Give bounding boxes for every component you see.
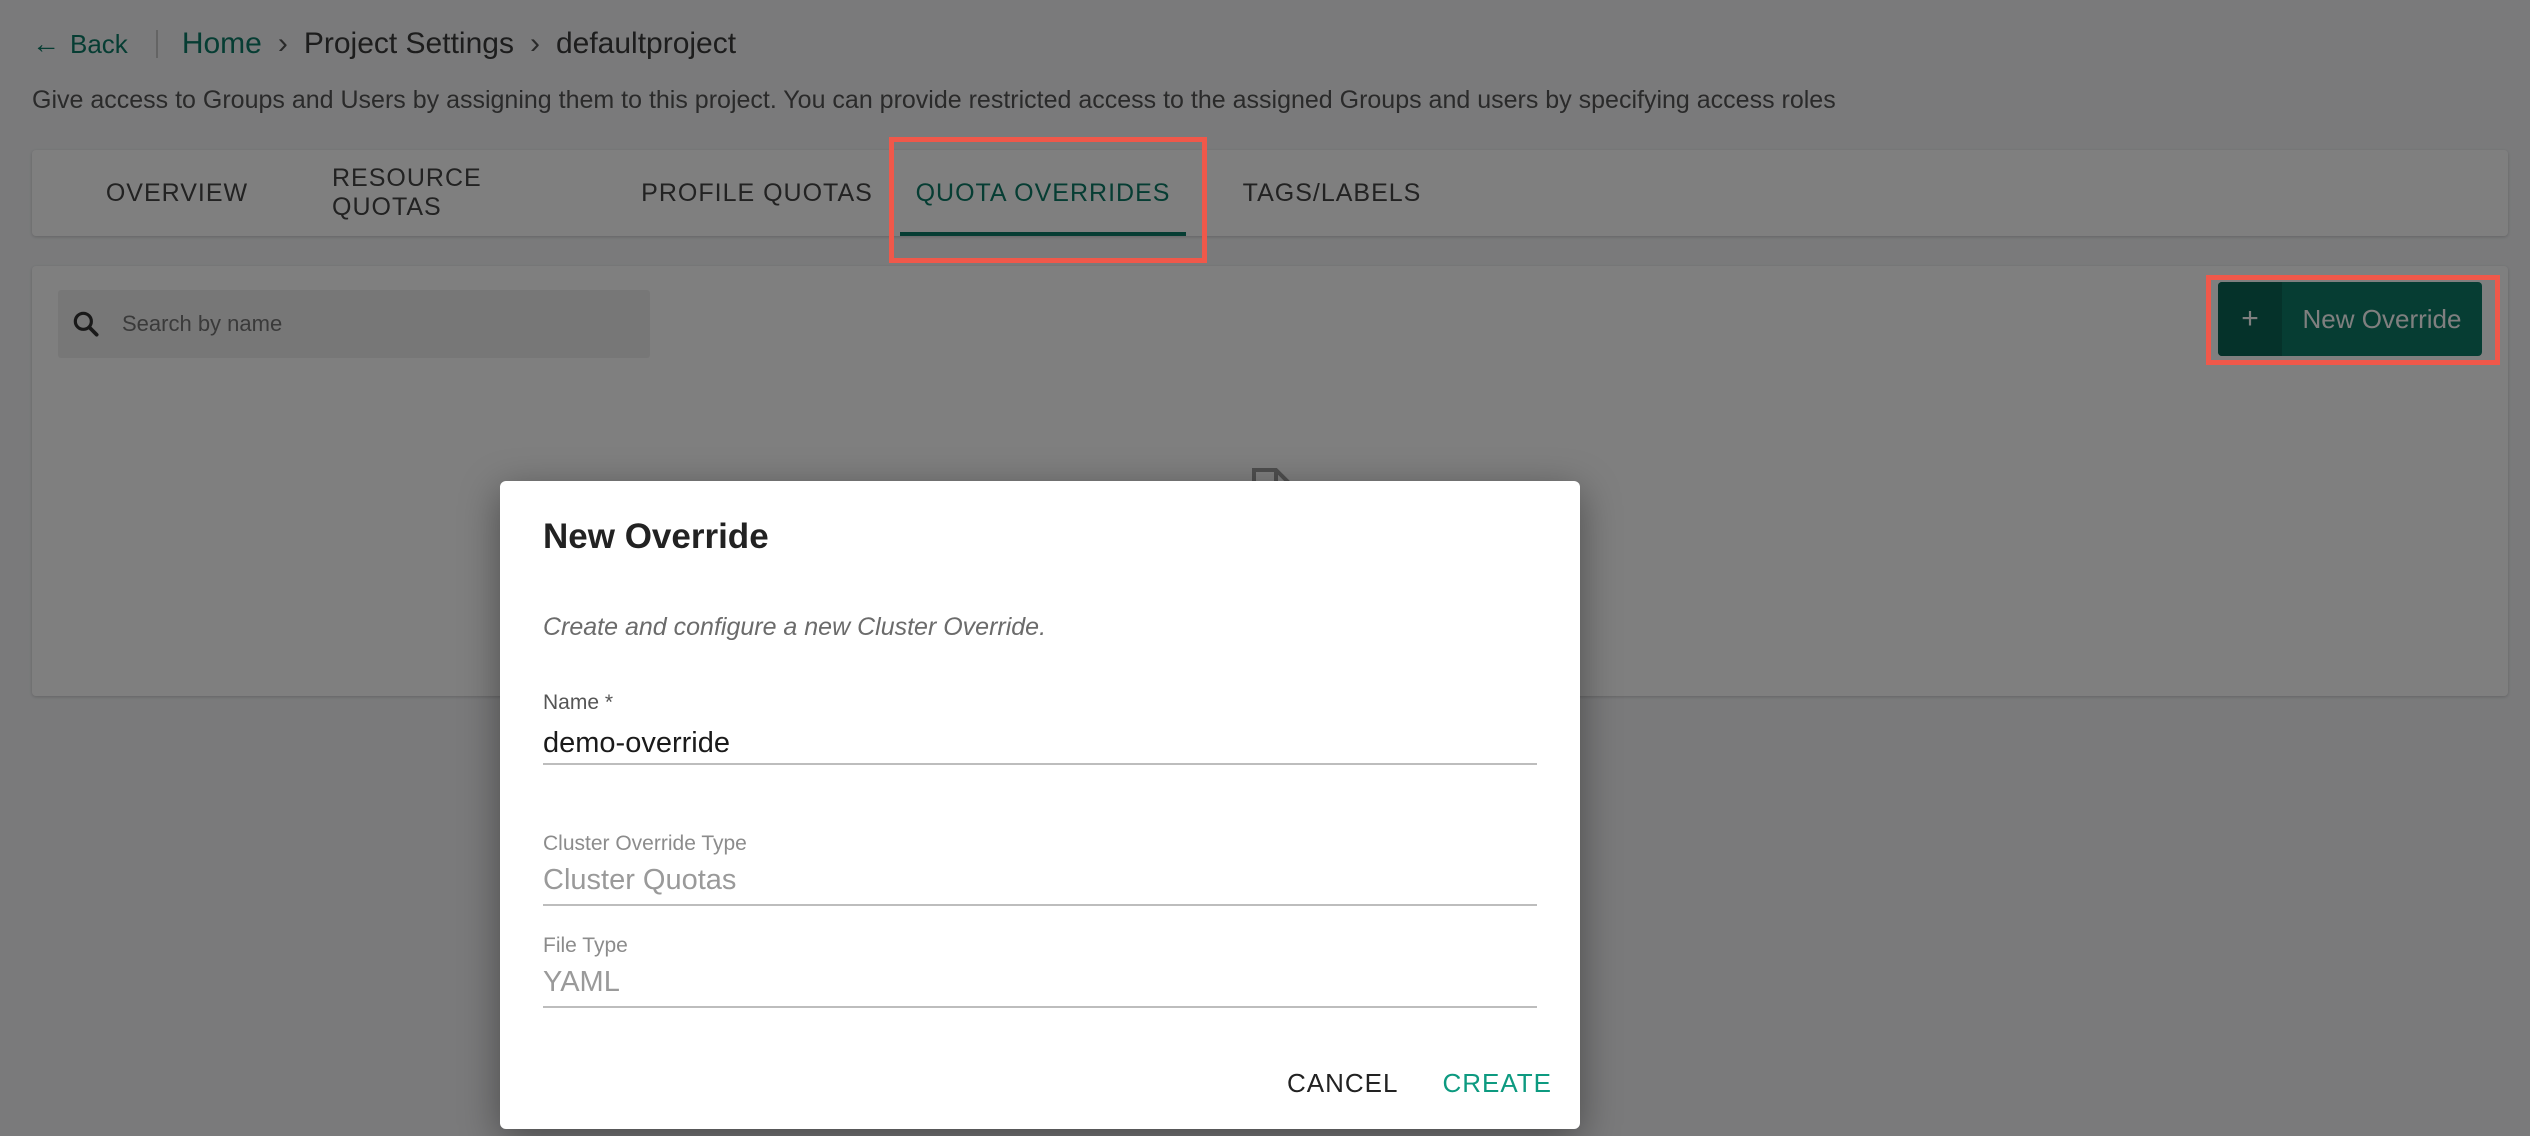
override-type-label: Cluster Override Type [543, 832, 747, 855]
name-label: Name * [543, 691, 614, 714]
file-type-field: File Type YAML [543, 934, 1537, 1008]
dialog-title: New Override [543, 517, 769, 556]
file-type-label: File Type [543, 934, 628, 957]
new-override-dialog: New Override Create and configure a new … [500, 481, 1580, 1129]
name-input[interactable] [543, 723, 1537, 763]
file-type-value: YAML [543, 966, 620, 998]
override-type-field: Cluster Override Type Cluster Quotas [543, 832, 1537, 906]
create-button[interactable]: CREATE [1442, 1068, 1552, 1099]
override-type-value: Cluster Quotas [543, 864, 737, 896]
dialog-actions: CANCEL CREATE [1287, 1068, 1552, 1099]
name-field: Name * [543, 691, 1537, 765]
dialog-description: Create and configure a new Cluster Overr… [543, 613, 1047, 641]
cancel-button[interactable]: CANCEL [1287, 1068, 1398, 1099]
